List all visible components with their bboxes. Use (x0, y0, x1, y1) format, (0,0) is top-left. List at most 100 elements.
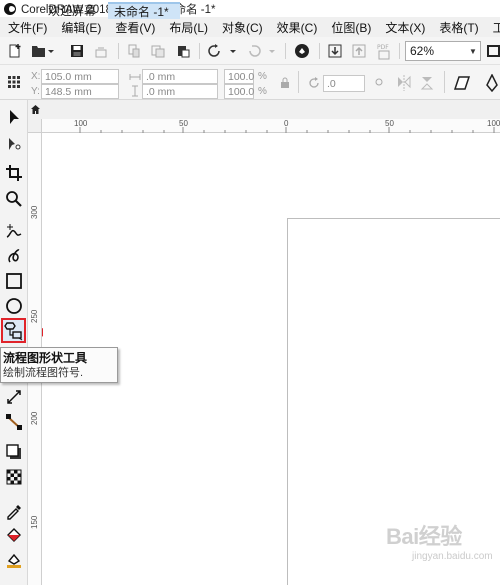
svg-text:PDF: PDF (377, 44, 389, 51)
watermark-text: Bai经验 (386, 524, 462, 549)
toolbox: 字 (0, 100, 28, 585)
ruler-label: 50 (179, 119, 188, 128)
chevron-down-icon[interactable]: ▼ (466, 42, 480, 60)
tooltip-description: 绘制流程图符号. (3, 367, 84, 379)
watermark-subtext: jingyan.baidu.com (412, 551, 493, 562)
pen-outline-icon[interactable] (484, 73, 500, 93)
horizontal-ruler[interactable]: 100 50 0 50 100 (28, 119, 500, 133)
export-pdf-icon[interactable]: PDF (375, 41, 393, 61)
copy-icon[interactable] (150, 42, 166, 60)
toolbar-separator (285, 43, 286, 59)
scale-x-field[interactable]: 100.0 (224, 69, 254, 84)
scale-y-field[interactable]: 100.0 (224, 84, 254, 99)
redo-icon[interactable] (247, 42, 281, 60)
menu-effects[interactable]: 效果(C) (270, 19, 325, 36)
toolbar-separator (444, 71, 445, 93)
toolbar-separator (298, 71, 299, 93)
save-icon[interactable] (69, 42, 85, 60)
ruler-label: 100 (487, 119, 500, 128)
new-document-icon[interactable] (6, 42, 24, 60)
ruler-ticks (79, 127, 495, 133)
ruler-label: 300 (30, 205, 39, 219)
x-position-field[interactable]: 105.0 mm (41, 69, 119, 84)
ruler-label: 100 (74, 119, 88, 128)
ellipse-tool-icon[interactable] (3, 295, 25, 317)
tab-welcome-label: 欢迎屏幕 (48, 4, 97, 18)
document-tab-strip (0, 100, 500, 119)
import-icon[interactable] (326, 42, 344, 60)
drop-shadow-tool-icon[interactable] (3, 441, 25, 463)
x-label: X: (31, 71, 41, 82)
coreldraw-logo-icon (4, 2, 16, 15)
home-icon[interactable] (30, 104, 41, 115)
mirror-vertical-icon[interactable] (418, 73, 438, 93)
tab-document-label: 未命名 -1* (114, 5, 169, 19)
interactive-fill-tool-icon[interactable] (3, 524, 25, 546)
watermark: Bai经验 jingyan.baidu.com (386, 513, 496, 573)
tab-document[interactable]: 未命名 -1* (108, 2, 180, 19)
rotation-angle-field[interactable]: .0 (323, 75, 365, 92)
artistic-media-tool-icon[interactable] (3, 245, 25, 267)
dimension-tool-icon[interactable] (3, 386, 25, 408)
add-tab-button[interactable]: + (182, 2, 198, 19)
skew-shape-icon[interactable] (452, 73, 472, 93)
toolbar-separator (118, 43, 119, 59)
export-icon[interactable] (350, 42, 368, 60)
menu-bar: 文件(F) 编辑(E) 查看(V) 布局(L) 对象(C) 效果(C) 位图(B… (0, 17, 500, 37)
zoom-level-select[interactable]: 62% ▼ (405, 41, 481, 61)
menu-edit[interactable]: 编辑(E) (54, 19, 108, 36)
shape-tool-icon[interactable] (3, 133, 25, 155)
connector-tool-icon[interactable] (3, 411, 25, 433)
object-height-field[interactable]: .0 mm (142, 84, 218, 99)
rectangle-tool-icon[interactable] (3, 270, 25, 292)
menu-tools[interactable]: 工具 (486, 19, 500, 36)
zoom-tool-icon[interactable] (3, 188, 25, 210)
tab-welcome-screen[interactable]: 欢迎屏幕 (26, 2, 106, 19)
open-document-icon[interactable] (31, 42, 55, 60)
freehand-tool-icon[interactable] (3, 221, 25, 243)
zoom-level-value: 62% (410, 44, 435, 58)
object-width-field[interactable]: .0 mm (142, 69, 218, 84)
height-icon (129, 85, 141, 97)
toolbar-separator (319, 43, 320, 59)
width-icon (129, 71, 141, 83)
ruler-label: 250 (30, 309, 39, 323)
pick-tool-icon[interactable] (3, 106, 25, 128)
y-position-field[interactable]: 148.5 mm (41, 84, 119, 99)
toolbar-separator (399, 43, 400, 59)
transparency-tool-icon[interactable] (3, 466, 25, 488)
menu-layout[interactable]: 布局(L) (162, 19, 215, 36)
search-content-icon[interactable] (293, 42, 311, 60)
flowchart-shape-tool-icon[interactable] (1, 318, 26, 343)
toolbar-separator (199, 43, 200, 59)
menu-table[interactable]: 表格(T) (432, 19, 485, 36)
ruler-origin[interactable] (28, 119, 42, 133)
mirror-horizontal-icon[interactable] (394, 73, 414, 93)
property-bar: X: Y: 105.0 mm 148.5 mm .0 mm .0 mm 100.… (0, 65, 500, 100)
paste-icon[interactable] (175, 42, 191, 60)
y-label: Y: (31, 86, 40, 97)
ruler-label: 0 (284, 119, 289, 128)
page-size-presets-icon[interactable] (6, 74, 22, 90)
ruler-label: 150 (30, 515, 39, 529)
menu-file[interactable]: 文件(F) (0, 19, 54, 36)
publish-icon[interactable] (93, 42, 109, 60)
full-screen-preview-icon[interactable] (487, 43, 500, 59)
tooltip-title: 流程图形状工具 (3, 351, 88, 365)
ruler-label: 50 (385, 119, 394, 128)
rotation-icon (306, 75, 322, 91)
menu-bitmaps[interactable]: 位图(B) (324, 19, 378, 36)
lock-ratio-icon[interactable] (278, 76, 292, 90)
menu-object[interactable]: 对象(C) (215, 19, 270, 36)
scale-y-unit: % (258, 86, 267, 97)
smart-fill-tool-icon[interactable] (3, 549, 25, 571)
crop-tool-icon[interactable] (3, 162, 25, 184)
ruler-label: 200 (30, 411, 39, 425)
undo-icon[interactable] (206, 42, 240, 60)
eyedropper-tool-icon[interactable] (3, 500, 25, 522)
menu-view[interactable]: 查看(V) (108, 19, 162, 36)
scale-x-unit: % (258, 71, 267, 82)
menu-text[interactable]: 文本(X) (378, 19, 432, 36)
degree-icon (372, 75, 386, 89)
cut-icon[interactable] (126, 42, 142, 60)
